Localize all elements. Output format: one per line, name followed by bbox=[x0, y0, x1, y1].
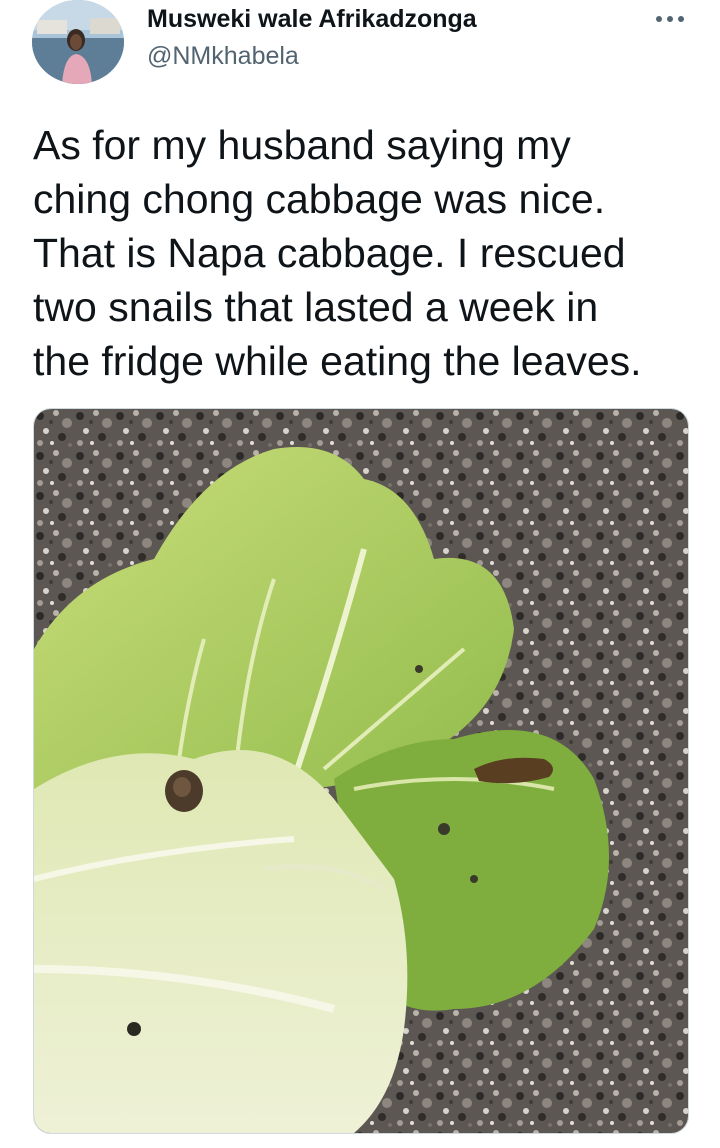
tweet-text-line: the fridge while eating the leaves. bbox=[33, 338, 642, 384]
more-horizontal-icon bbox=[656, 16, 684, 22]
tweet-text-line: That is Napa cabbage. I rescued bbox=[33, 230, 626, 276]
tweet-text-line: As for my husband saying my bbox=[33, 122, 571, 168]
tweet-text-line: two snails that lasted a week in bbox=[33, 284, 599, 330]
tweet-text-line: ching chong cabbage was nice. bbox=[33, 176, 606, 222]
display-name[interactable]: Musweki wale Afrikadzonga bbox=[147, 5, 477, 34]
tweet-photo[interactable] bbox=[33, 408, 689, 1134]
user-handle[interactable]: @NMkhabela bbox=[147, 42, 299, 71]
cabbage-snail-photo bbox=[34, 409, 688, 1133]
profile-photo bbox=[32, 0, 124, 84]
tweet-text: As for my husband saying my ching chong … bbox=[33, 118, 701, 388]
avatar[interactable] bbox=[32, 0, 124, 84]
more-button[interactable] bbox=[648, 4, 692, 34]
